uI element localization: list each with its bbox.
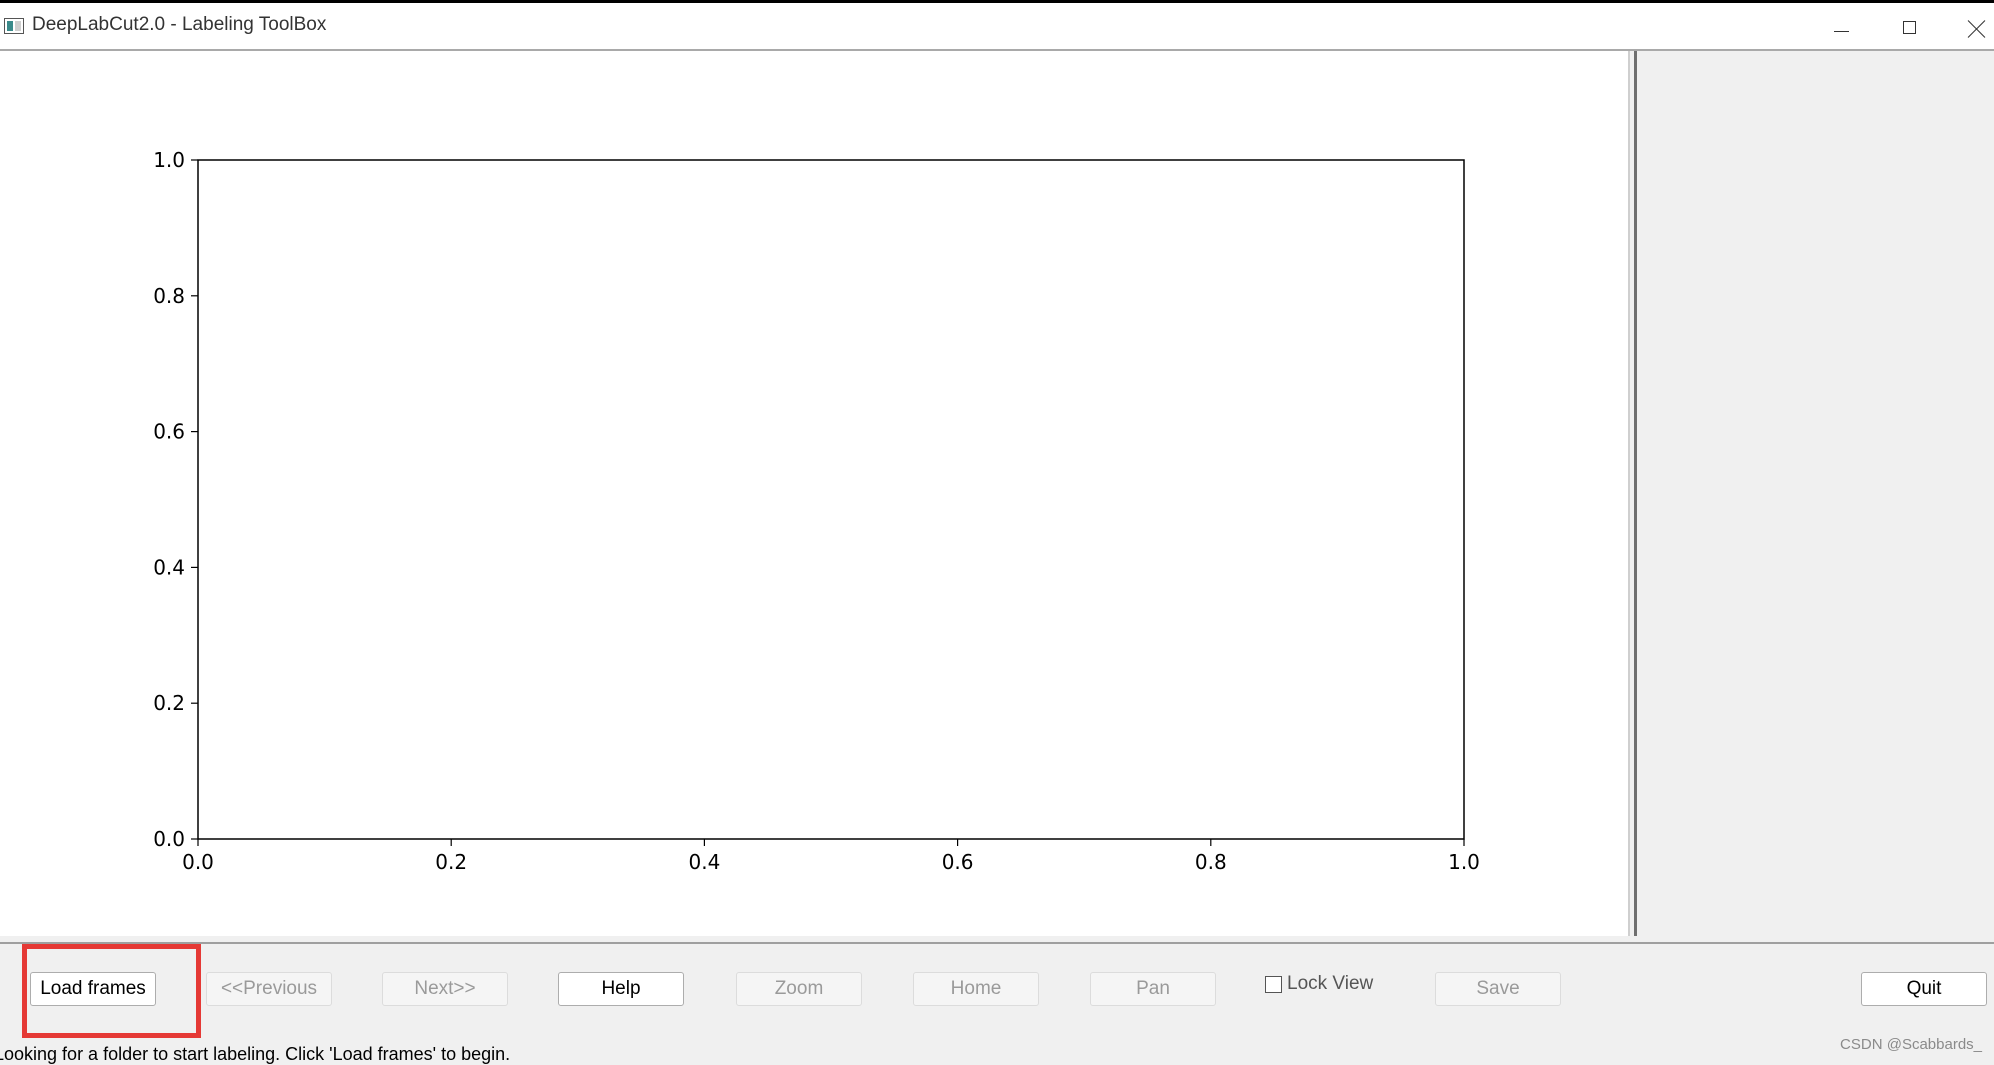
window-title: DeepLabCut2.0 - Labeling ToolBox	[32, 14, 327, 35]
home-button[interactable]: Home	[913, 972, 1039, 1006]
x-tick-label: 0.8	[1195, 850, 1227, 874]
axes-frame	[197, 159, 1465, 840]
side-panel	[1639, 51, 1994, 936]
plot-canvas[interactable]: 0.0 0.2 0.4 0.6 0.8 1.0 0.0 0.2 0.4 0.6 0.8 1.0	[0, 51, 1628, 936]
y-tick-label: 0.6	[153, 420, 185, 444]
x-tick-label: 0.0	[182, 850, 214, 874]
y-tick-label: 0.8	[153, 284, 185, 308]
y-tick-label: 0.2	[153, 691, 185, 715]
plot-svg[interactable]: 0.0 0.2 0.4 0.6 0.8 1.0 0.0 0.2 0.4 0.6 0.8 1.0	[0, 51, 1628, 936]
save-button[interactable]: Save	[1435, 972, 1561, 1006]
zoom-button[interactable]: Zoom	[736, 972, 862, 1006]
x-tick-label: 1.0	[1448, 850, 1480, 874]
watermark: CSDN @Scabbards_	[1840, 1036, 1982, 1053]
quit-button[interactable]: Quit	[1861, 972, 1987, 1006]
x-tick-label: 0.4	[688, 850, 720, 874]
pan-button[interactable]: Pan	[1090, 972, 1216, 1006]
minimize-icon[interactable]	[1822, 11, 1862, 45]
help-button[interactable]: Help	[558, 972, 684, 1006]
panel-splitter[interactable]	[1628, 51, 1637, 936]
close-icon[interactable]	[1958, 11, 1994, 45]
y-tick-label: 0.0	[153, 827, 185, 851]
x-tick-label: 0.6	[942, 850, 974, 874]
x-tick-label: 0.2	[435, 850, 467, 874]
toolbar-divider	[0, 942, 1994, 944]
previous-button[interactable]: <<Previous	[206, 972, 332, 1006]
lock-view-label: Lock View	[1287, 973, 1374, 994]
y-tick-label: 0.4	[153, 555, 185, 579]
lock-view-checkbox[interactable]: Lock View	[1265, 972, 1373, 996]
title-bar: DeepLabCut2.0 - Labeling ToolBox	[0, 3, 1994, 51]
app-icon	[4, 18, 24, 34]
next-button[interactable]: Next>>	[382, 972, 508, 1006]
highlight-annotation	[22, 944, 201, 1038]
maximize-icon[interactable]	[1890, 11, 1930, 45]
checkbox-icon[interactable]	[1265, 975, 1282, 993]
y-tick-label: 1.0	[153, 148, 185, 172]
